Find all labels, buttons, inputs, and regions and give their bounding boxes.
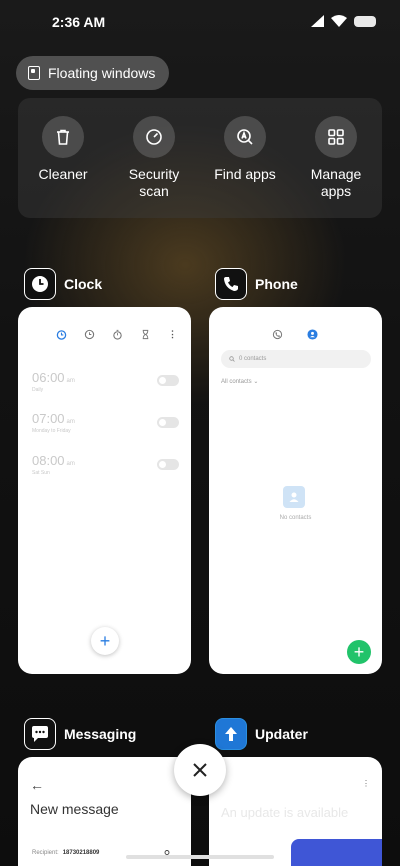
more-options-icon[interactable]: ⋮ [362,779,370,788]
clock-app-name: Clock [64,276,103,292]
floating-windows-label: Floating windows [48,65,156,81]
clock-app-icon [24,268,56,300]
plus-icon: + [99,631,111,651]
new-message-title: New message [30,801,119,817]
security-scan-button[interactable]: Security scan [109,116,199,200]
find-apps-label: Find apps [214,166,276,182]
trash-icon [42,116,84,158]
recents-tab-icon[interactable] [272,329,283,340]
battery-icon [354,15,376,27]
alarm-item[interactable]: 07:00 am Monday to Friday [32,411,75,434]
more-options-icon[interactable]: ⋮ [380,329,382,340]
manage-apps-label: Manage apps [310,166,362,199]
alarm-toggle[interactable] [157,417,179,428]
more-options-icon[interactable]: ⋮ [168,329,177,340]
clock-app-header[interactable]: Clock [24,268,102,300]
recipient-field[interactable]: Recipient: 18730218809 [32,850,99,856]
messaging-app-card[interactable]: ← New message Recipient: 18730218809 [18,757,191,866]
cleaner-button[interactable]: Cleaner [18,116,108,183]
plus-icon: + [353,641,365,662]
phone-app-icon [215,268,247,300]
alarm-tab-icon[interactable] [56,329,67,340]
world-clock-tab-icon[interactable] [84,329,95,340]
signal-icon [311,15,324,27]
back-arrow-icon[interactable]: ← [30,777,44,793]
add-contact-button[interactable]: + [347,640,371,664]
wifi-icon [331,15,347,27]
messaging-app-icon [24,718,56,750]
update-banner-graphic [291,839,382,866]
search-app-icon [224,116,266,158]
home-indicator[interactable] [126,855,274,859]
contacts-search-input[interactable]: 0 contacts [221,350,371,368]
messaging-app-name: Messaging [64,726,137,742]
alarm-item[interactable]: 06:00 am Daily [32,370,75,393]
updater-app-icon [215,718,247,750]
manage-apps-button[interactable]: Manage apps [291,116,381,200]
alarm-toggle[interactable] [157,375,179,386]
alarm-item[interactable]: 08:00 am Sat Sun [32,453,75,476]
phone-app-name: Phone [255,276,298,292]
contacts-tab-icon[interactable] [307,329,318,340]
search-placeholder: 0 contacts [239,356,267,362]
empty-contacts-icon [283,486,305,508]
phone-tabs: ⋮ [272,329,382,340]
clock-app-card[interactable]: ⋮ 06:00 am Daily 07:00 am Monday to Friday… [18,307,191,674]
all-contacts-filter[interactable]: All contacts ⌄ [221,378,258,385]
close-all-button[interactable] [174,744,226,796]
updater-app-header[interactable]: Updater [215,718,308,750]
chevron-down-icon: ⌄ [253,379,259,385]
quick-actions-panel: Cleaner Security scan Find apps Manage a… [18,98,382,218]
updater-app-name: Updater [255,726,308,742]
close-icon [193,763,207,777]
security-scan-label: Security scan [128,166,180,199]
speedometer-icon [133,116,175,158]
phone-app-card[interactable]: ⋮ 0 contacts All contacts ⌄ No contacts … [209,307,382,674]
find-apps-button[interactable]: Find apps [200,116,290,183]
empty-contacts-text: No contacts [279,515,312,521]
floating-window-icon [28,66,40,80]
clock-tabs: ⋮ [56,329,177,340]
search-icon [229,356,235,362]
phone-app-header[interactable]: Phone [215,268,298,300]
grid-icon [315,116,357,158]
alarm-toggle[interactable] [157,459,179,470]
status-bar: 2:36 AM [0,0,400,44]
status-time: 2:36 AM [52,14,106,30]
stopwatch-tab-icon[interactable] [112,329,123,340]
updater-app-card[interactable]: ⋮ An update is available [209,757,382,866]
update-available-text: An update is available [221,805,349,820]
status-icons [311,15,376,27]
messaging-app-header[interactable]: Messaging [24,718,136,750]
timer-tab-icon[interactable] [140,329,151,340]
add-alarm-button[interactable]: + [91,627,119,655]
cleaner-label: Cleaner [38,166,88,182]
floating-windows-button[interactable]: Floating windows [16,56,170,90]
